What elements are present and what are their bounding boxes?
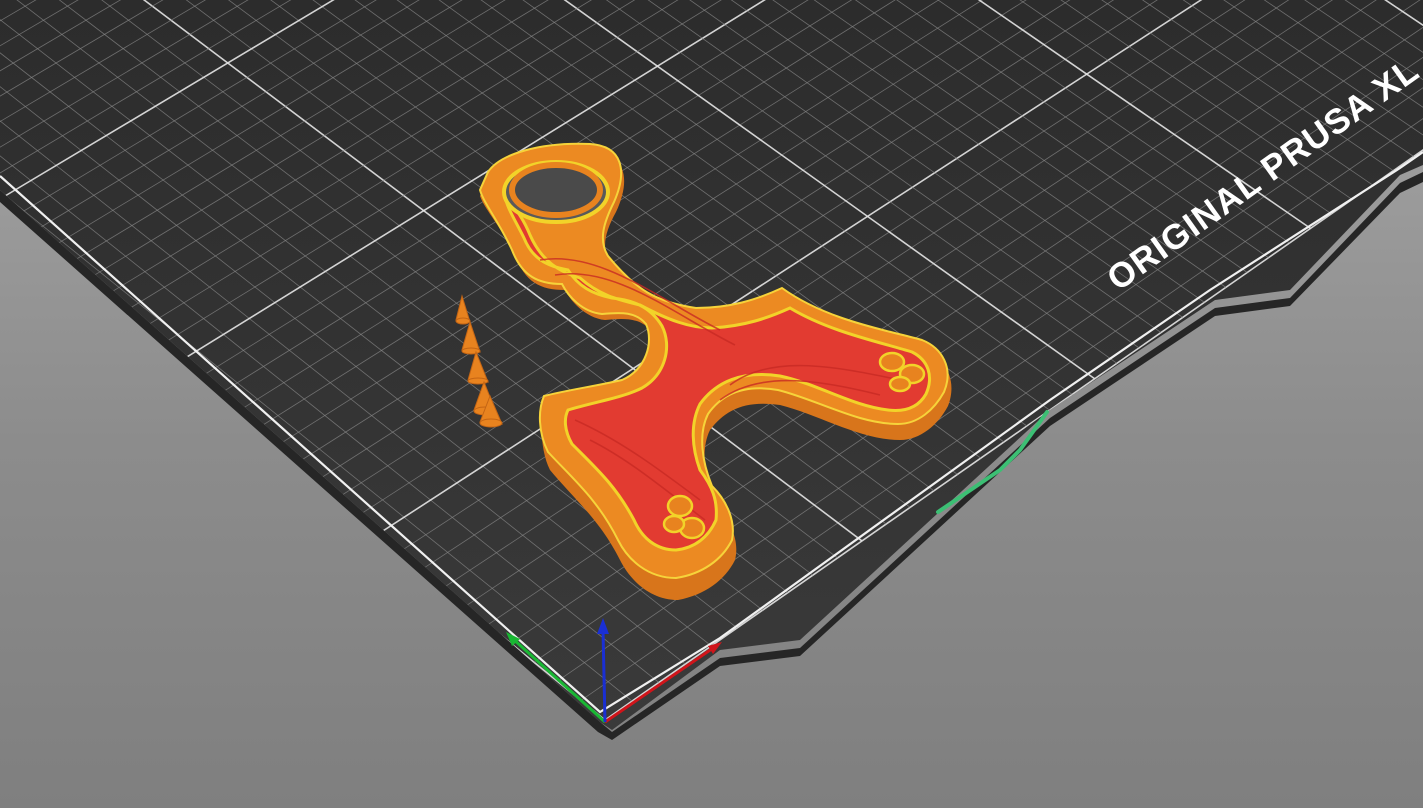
model-ring-rim	[509, 162, 603, 218]
3d-viewport[interactable]: ORIGINAL PRUSA XL	[0, 0, 1423, 808]
3d-scene[interactable]: ORIGINAL PRUSA XL	[0, 0, 1423, 808]
z-axis	[601, 629, 607, 723]
